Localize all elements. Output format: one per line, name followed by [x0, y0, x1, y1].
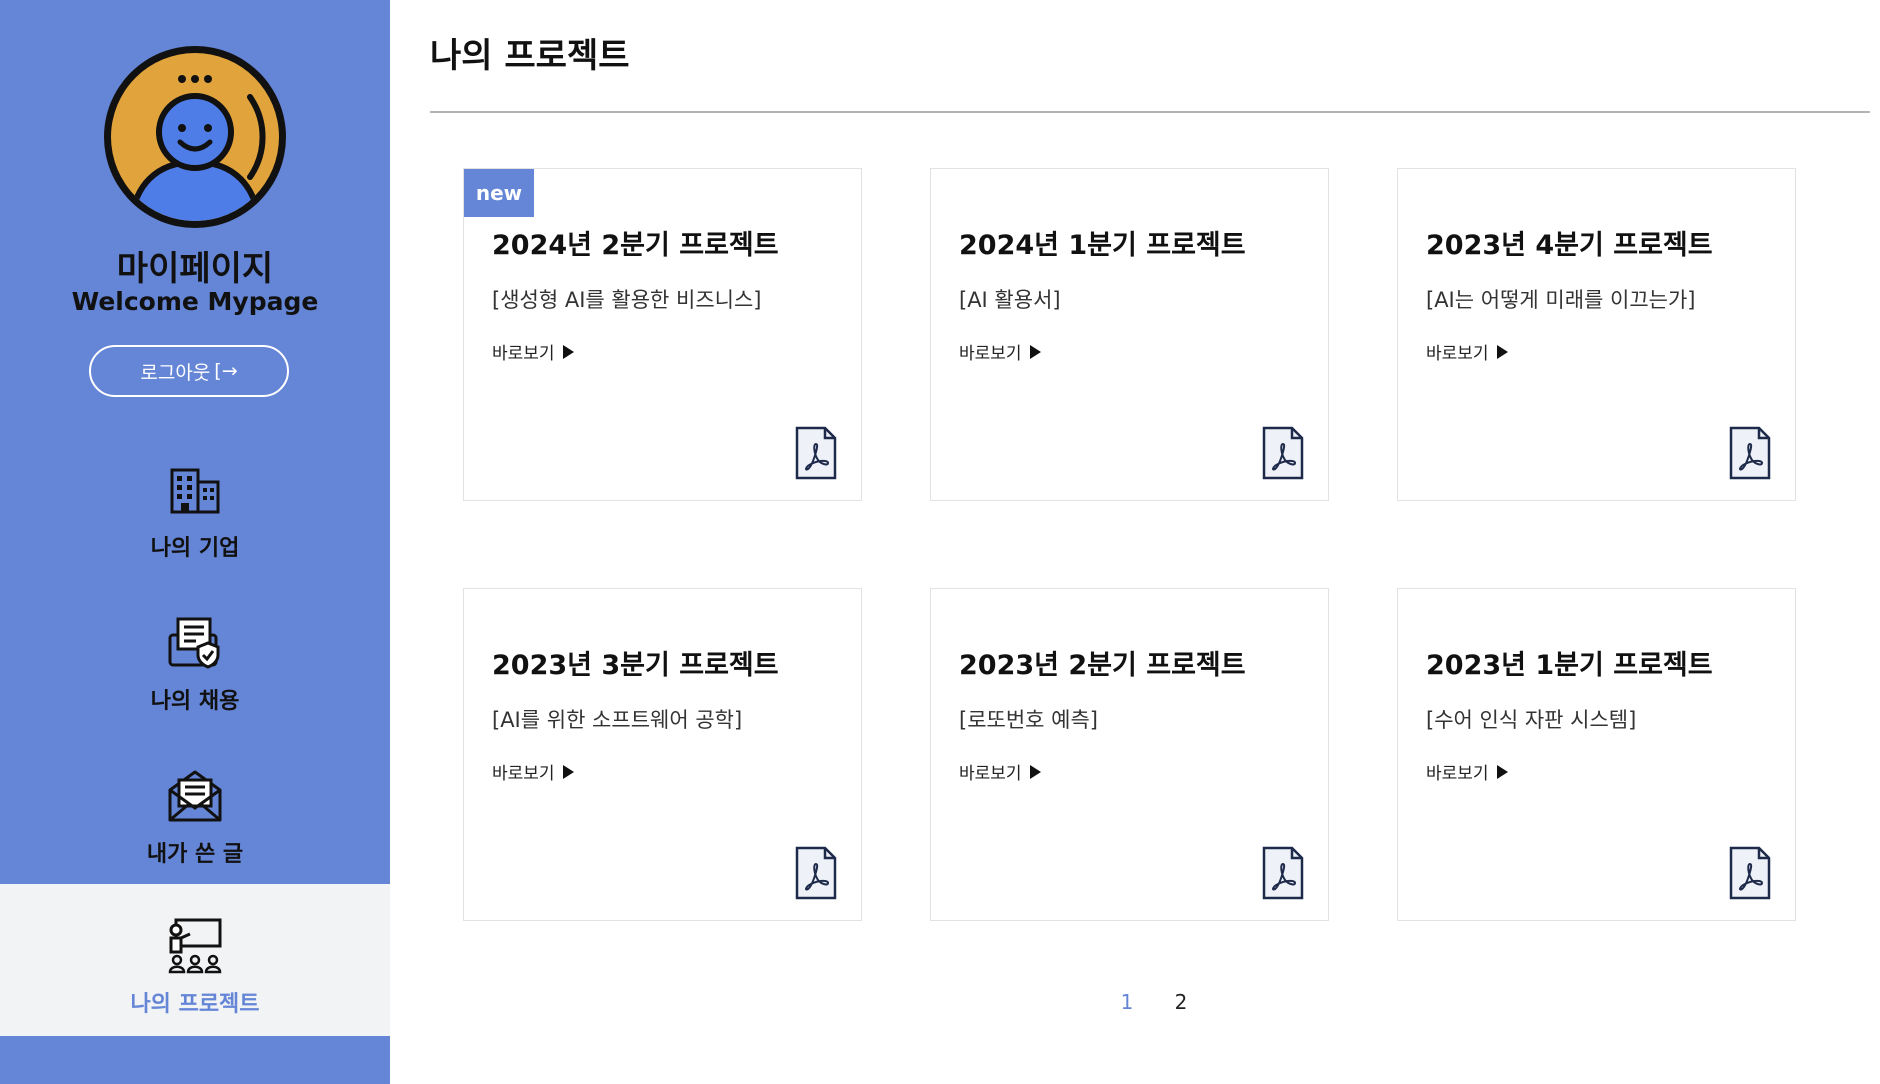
mail-icon [168, 770, 222, 822]
project-card[interactable]: 2023년 3분기 프로젝트 [AI를 위한 소프트웨어 공학] 바로보기 [463, 588, 862, 921]
logout-arrow-icon: [→ [214, 360, 238, 382]
sidebar-item-label: 나의 채용 [150, 689, 240, 714]
document-shield-icon [168, 617, 220, 669]
sidebar-item-my-recruitment[interactable]: 나의 채용 [0, 603, 390, 753]
view-link[interactable]: 바로보기 [959, 759, 1041, 784]
pdf-icon[interactable] [1729, 846, 1771, 900]
project-card[interactable]: 2023년 4분기 프로젝트 [AI는 어떻게 미래를 이끄는가] 바로보기 [1397, 168, 1796, 501]
play-arrow-icon [562, 344, 574, 359]
card-description: [AI를 위한 소프트웨어 공학] [492, 708, 743, 732]
view-link[interactable]: 바로보기 [1426, 759, 1508, 784]
card-description: [생성형 AI를 활용한 비즈니스] [492, 288, 762, 312]
view-link[interactable]: 바로보기 [492, 759, 574, 784]
card-description: [로또번호 예측] [959, 708, 1098, 732]
project-card[interactable]: 2023년 2분기 프로젝트 [로또번호 예측] 바로보기 [930, 588, 1329, 921]
logout-button[interactable]: 로그아웃 [→ [89, 345, 289, 397]
pdf-icon[interactable] [795, 426, 837, 480]
page-2-link[interactable]: 2 [1154, 990, 1208, 1014]
pdf-icon[interactable] [1262, 426, 1304, 480]
card-title: 2023년 2분기 프로젝트 [959, 650, 1246, 681]
presentation-icon [168, 918, 222, 974]
pdf-icon[interactable] [1729, 426, 1771, 480]
title-divider [430, 111, 1870, 113]
card-description: [수어 인식 자판 시스템] [1426, 708, 1637, 732]
view-link-label: 바로보기 [1426, 344, 1489, 364]
sidebar-item-my-projects[interactable]: 나의 프로젝트 [0, 884, 390, 1036]
profile-subtitle: Welcome Mypage [71, 287, 319, 316]
sidebar: 마이페이지 Welcome Mypage 로그아웃 [→ 나의 기업 나의 채용… [0, 0, 390, 1084]
view-link-label: 바로보기 [492, 344, 555, 364]
avatar [100, 42, 290, 232]
card-description: [AI는 어떻게 미래를 이끄는가] [1426, 288, 1696, 312]
new-badge: new [464, 169, 534, 217]
play-arrow-icon [1029, 344, 1041, 359]
card-title: 2024년 2분기 프로젝트 [492, 230, 779, 261]
view-link-label: 바로보기 [959, 764, 1022, 784]
page-1-link[interactable]: 1 [1100, 990, 1154, 1014]
sidebar-item-label: 나의 기업 [150, 536, 240, 561]
card-title: 2023년 1분기 프로젝트 [1426, 650, 1713, 681]
view-link[interactable]: 바로보기 [492, 339, 574, 364]
project-card[interactable]: 2023년 1분기 프로젝트 [수어 인식 자판 시스템] 바로보기 [1397, 588, 1796, 921]
project-card[interactable]: 2024년 1분기 프로젝트 [AI 활용서] 바로보기 [930, 168, 1329, 501]
view-link-label: 바로보기 [492, 764, 555, 784]
card-title: 2024년 1분기 프로젝트 [959, 230, 1246, 261]
play-arrow-icon [1496, 344, 1508, 359]
card-description: [AI 활용서] [959, 288, 1061, 312]
pdf-icon[interactable] [1262, 846, 1304, 900]
sidebar-item-my-company[interactable]: 나의 기업 [0, 450, 390, 600]
card-title: 2023년 3분기 프로젝트 [492, 650, 779, 681]
page-title: 나의 프로젝트 [430, 36, 630, 76]
view-link[interactable]: 바로보기 [1426, 339, 1508, 364]
view-link[interactable]: 바로보기 [959, 339, 1041, 364]
building-icon [170, 468, 220, 514]
pagination: 1 2 [1100, 990, 1208, 1014]
view-link-label: 바로보기 [959, 344, 1022, 364]
play-arrow-icon [562, 764, 574, 779]
user-avatar-icon [104, 46, 286, 228]
play-arrow-icon [1496, 764, 1508, 779]
pdf-icon[interactable] [795, 846, 837, 900]
view-link-label: 바로보기 [1426, 764, 1489, 784]
profile-title: 마이페이지 [116, 249, 274, 289]
logout-label: 로그아웃 [140, 361, 211, 384]
sidebar-item-label: 나의 프로젝트 [130, 992, 260, 1017]
card-title: 2023년 4분기 프로젝트 [1426, 230, 1713, 261]
play-arrow-icon [1029, 764, 1041, 779]
sidebar-item-label: 내가 쓴 글 [146, 842, 244, 867]
project-card[interactable]: new 2024년 2분기 프로젝트 [생성형 AI를 활용한 비즈니스] 바로… [463, 168, 862, 501]
